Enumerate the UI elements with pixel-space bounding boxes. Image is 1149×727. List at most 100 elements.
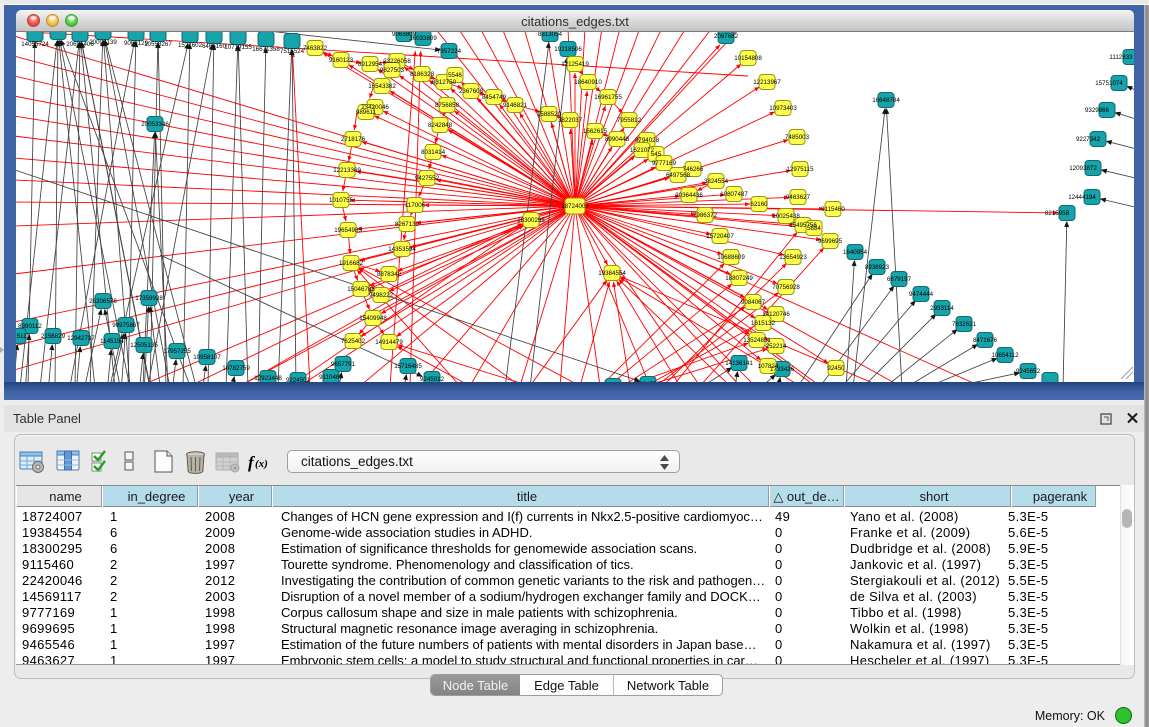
svg-text:2367608: 2367608 — [459, 88, 484, 95]
svg-text:8938923: 8938923 — [865, 264, 890, 271]
svg-text:9115460: 9115460 — [821, 206, 845, 213]
svg-text:9227342: 9227342 — [1076, 136, 1101, 143]
svg-text:14353594: 14353594 — [388, 246, 416, 253]
svg-text:18640910: 18640910 — [574, 79, 602, 86]
svg-text:14136141: 14136141 — [725, 360, 753, 367]
svg-text:12975115: 12975115 — [786, 166, 814, 173]
svg-text:16671358: 16671358 — [252, 46, 280, 53]
svg-text:16033809: 16033809 — [409, 35, 437, 42]
svg-text:16543382: 16543382 — [368, 83, 396, 90]
svg-text:12213967: 12213967 — [753, 79, 781, 86]
svg-text:1527602: 1527602 — [178, 42, 203, 49]
svg-text:18724007: 18724007 — [561, 203, 589, 210]
svg-text:8813054: 8813054 — [538, 32, 563, 38]
svg-text:545: 545 — [651, 151, 662, 158]
svg-text:8031414: 8031414 — [421, 149, 446, 156]
svg-text:1615132: 1615132 — [751, 320, 776, 327]
svg-text:12093872: 12093872 — [1069, 165, 1097, 172]
svg-text:62160: 62160 — [750, 201, 768, 208]
svg-text:90975867: 90975867 — [112, 322, 140, 329]
svg-text:3915111: 3915111 — [16, 333, 30, 340]
svg-text:8242848: 8242848 — [428, 122, 453, 129]
svg-text:14120746: 14120746 — [762, 311, 790, 318]
svg-text:10782759: 10782759 — [222, 365, 250, 372]
svg-text:12213369: 12213369 — [333, 167, 361, 174]
svg-text:7625402: 7625402 — [341, 338, 366, 345]
svg-text:7485003: 7485003 — [785, 134, 810, 141]
svg-text:26206576: 26206576 — [89, 298, 117, 305]
svg-text:8471676: 8471676 — [973, 337, 998, 344]
svg-text:7986372: 7986372 — [693, 212, 718, 219]
svg-text:9245012: 9245012 — [420, 376, 445, 382]
svg-text:10958107: 10958107 — [193, 354, 221, 361]
svg-text:1010755: 1010755 — [329, 197, 354, 204]
svg-text:14055724: 14055724 — [21, 41, 49, 48]
svg-text:12923448: 12923448 — [254, 375, 282, 382]
svg-text:8267130: 8267130 — [395, 221, 420, 228]
svg-text:10719155: 10719155 — [224, 44, 252, 51]
svg-text:9777169: 9777169 — [652, 160, 677, 167]
svg-text:12444194: 12444194 — [1068, 194, 1096, 201]
svg-text:9160123: 9160123 — [329, 57, 354, 64]
svg-text:10553267: 10553267 — [144, 41, 172, 48]
svg-text:10025438: 10025438 — [772, 213, 800, 220]
svg-text:8990448: 8990448 — [605, 136, 630, 143]
svg-text:15409948: 15409948 — [359, 315, 387, 322]
svg-text:6497568: 6497568 — [666, 172, 691, 179]
svg-text:107824: 107824 — [758, 363, 779, 370]
svg-text:19384554: 19384554 — [598, 270, 626, 277]
svg-text:8390112: 8390112 — [18, 323, 42, 330]
svg-text:10654112: 10654112 — [991, 352, 1019, 359]
svg-text:9474444: 9474444 — [909, 291, 934, 298]
svg-text:13654923: 13654923 — [779, 254, 807, 261]
svg-text:10807487: 10807487 — [720, 191, 748, 198]
svg-text:19654985: 19654985 — [334, 227, 362, 234]
svg-text:14914479: 14914479 — [375, 339, 403, 346]
svg-text:9110460: 9110460 — [319, 374, 343, 381]
svg-text:10688609: 10688609 — [717, 254, 745, 261]
svg-text:15720407: 15720407 — [706, 233, 734, 240]
svg-text:9657791: 9657791 — [331, 361, 356, 368]
svg-text:20093139: 20093139 — [89, 39, 117, 46]
svg-text:9498222: 9498222 — [369, 292, 394, 299]
svg-text:16961755: 16961755 — [594, 94, 622, 101]
svg-text:8215958: 8215958 — [1045, 210, 1070, 217]
svg-text:2087682: 2087682 — [714, 33, 739, 40]
svg-text:5884: 5884 — [807, 225, 821, 232]
svg-text:1640954: 1640954 — [843, 249, 868, 256]
svg-text:17957255: 17957255 — [163, 348, 191, 355]
svg-text:9329966: 9329966 — [1085, 107, 1110, 114]
svg-text:8878342: 8878342 — [377, 271, 402, 278]
svg-text:8186328: 8186328 — [410, 71, 435, 78]
svg-text:8756858: 8756858 — [435, 102, 460, 109]
svg-text:9245652: 9245652 — [1016, 368, 1041, 375]
svg-text:1562615: 1562615 — [583, 128, 608, 135]
svg-text:9312750: 9312750 — [432, 79, 457, 86]
svg-text:989611: 989611 — [356, 109, 377, 116]
svg-text:9794028: 9794028 — [635, 137, 660, 144]
svg-text:9827503: 9827503 — [380, 67, 405, 74]
svg-text:9699695: 9699695 — [818, 238, 843, 245]
svg-text:9084067: 9084067 — [741, 299, 766, 306]
svg-text:15716485: 15716485 — [394, 363, 422, 370]
svg-text:7357224: 7357224 — [437, 48, 462, 55]
svg-text:12942737: 12942737 — [67, 335, 95, 342]
svg-text:9463627: 9463627 — [786, 194, 811, 201]
svg-text:12125419: 12125419 — [561, 61, 589, 68]
svg-text:9427552: 9427552 — [415, 175, 440, 182]
svg-text:9146821: 9146821 — [503, 102, 528, 109]
svg-text:2718176: 2718176 — [341, 136, 366, 143]
svg-text:8912954: 8912954 — [358, 61, 383, 68]
svg-text:6879197: 6879197 — [887, 276, 912, 283]
svg-text:92450: 92450 — [827, 365, 845, 372]
svg-text:2156829: 2156829 — [41, 333, 66, 340]
svg-text:1112833: 1112833 — [1109, 54, 1133, 61]
svg-text:6466160: 6466160 — [202, 43, 227, 50]
svg-text:23226058: 23226058 — [383, 58, 411, 65]
svg-text:7955812: 7955812 — [617, 117, 642, 124]
svg-text:17359938: 17359938 — [135, 295, 163, 302]
svg-text:20053346: 20053346 — [141, 121, 169, 128]
svg-text:10973403: 10973403 — [769, 105, 797, 112]
svg-text:3824554: 3824554 — [704, 178, 729, 185]
svg-text:117006: 117006 — [405, 202, 426, 209]
